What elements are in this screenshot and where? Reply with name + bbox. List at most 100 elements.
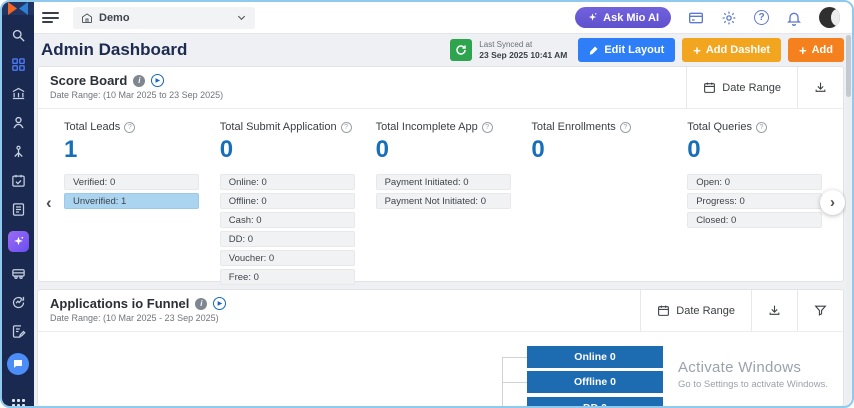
metric-value: 0 [220,136,376,164]
sidebar [2,2,34,406]
metric-total-incomplete-app: Total Incomplete App? 0 Payment Initiate… [376,121,532,288]
funnel-header: Applications io Funnel i ▶ Date Range: (… [38,290,843,332]
date-range-label: Date Range [676,305,735,317]
metric-label: Total Submit Application [220,121,337,133]
filter-button[interactable] [797,290,843,331]
metric-row[interactable]: Unverified: 1 [64,193,199,209]
ask-mio-ai-label: Ask Mio AI [603,12,659,24]
workspace-label: Demo [99,12,130,24]
metric-row[interactable]: Verified: 0 [64,174,199,190]
header-actions: Last Synced at 23 Sep 2025 10:41 AM Edit… [450,38,844,62]
download-button[interactable] [751,290,797,331]
metric-row[interactable]: Free: 0 [220,269,355,285]
refresh-button[interactable] [450,39,472,61]
funnel-bar-dd[interactable]: DD 0 [527,397,663,406]
mio-ai-icon[interactable] [8,231,29,252]
last-synced: Last Synced at 23 Sep 2025 10:41 AM [479,40,567,61]
funnel-bar-offline[interactable]: Offline 0 [527,371,663,393]
metric-row[interactable]: DD: 0 [220,231,355,247]
play-tutorial-icon[interactable]: ▶ [213,297,226,310]
help-icon[interactable]: ? [754,10,769,25]
documents-icon[interactable] [11,202,26,217]
add-button[interactable]: + Add [788,38,844,62]
question-icon[interactable]: ? [482,122,493,133]
metric-label: Total Leads [64,121,120,133]
funnel-bar-online[interactable]: Online 0 [527,346,663,368]
question-icon[interactable]: ? [341,122,352,133]
institute-icon[interactable] [11,86,26,101]
metric-value: 0 [531,136,687,164]
calendar-tasks-icon[interactable] [11,173,26,188]
funnel-card: Applications io Funnel i ▶ Date Range: (… [37,289,844,406]
metric-value: 0 [376,136,532,164]
metric-row[interactable]: Voucher: 0 [220,250,355,266]
metric-row[interactable]: Payment Initiated: 0 [376,174,511,190]
metric-row[interactable]: Payment Not Initiated: 0 [376,193,511,209]
dashboard-icon[interactable] [11,57,26,72]
network-icon[interactable] [11,144,26,159]
question-icon[interactable]: ? [124,122,135,133]
refresh-icon [455,44,467,56]
info-icon[interactable]: i [195,298,207,310]
search-icon[interactable] [11,28,26,43]
ask-mio-ai-button[interactable]: Ask Mio AI [575,7,671,28]
scoreboard-card: Score Board i ▶ Date Range: (10 Mar 2025… [37,66,844,282]
form-edit-icon[interactable] [11,324,26,339]
date-range-button[interactable]: Date Range [640,290,751,331]
building-icon [81,12,93,24]
scrollbar[interactable] [846,35,851,405]
carousel-left-icon[interactable]: ‹ [46,194,52,211]
funnel-title: Applications io Funnel [50,296,189,311]
metric-total-leads: Total Leads? 1 Verified: 0 Unverified: 1 [64,121,220,288]
sync-report-icon[interactable] [11,295,26,310]
last-synced-value: 23 Sep 2025 10:41 AM [479,50,567,61]
metric-row[interactable]: Online: 0 [220,174,355,190]
metric-label: Total Incomplete App [376,121,478,133]
metric-row[interactable]: Closed: 0 [687,212,822,228]
metric-row[interactable]: Offline: 0 [220,193,355,209]
user-avatar[interactable] [819,7,840,28]
edit-layout-button[interactable]: Edit Layout [578,38,675,62]
date-range-button[interactable]: Date Range [686,67,797,108]
carousel-right-icon[interactable]: › [820,190,845,215]
add-dashlet-button[interactable]: + Add Dashlet [682,38,781,62]
date-range-label: Date Range [722,82,781,94]
calendar-icon [657,304,670,317]
download-button[interactable] [797,67,843,108]
chevron-down-icon [236,12,247,23]
download-icon [814,81,827,94]
app-window: Demo Ask Mio AI ? Admin Dashboard [0,0,854,408]
chat-icon[interactable] [7,353,29,375]
metric-row[interactable]: Open: 0 [687,174,822,190]
hamburger-menu-icon[interactable] [42,12,59,23]
metric-label: Total Queries [687,121,752,133]
metric-row[interactable]: Cash: 0 [220,212,355,228]
apps-menu-icon[interactable] [12,399,25,408]
scoreboard-metrics: Total Leads? 1 Verified: 0 Unverified: 1… [38,109,843,288]
question-icon[interactable]: ? [756,122,767,133]
contacts-icon[interactable] [11,115,26,130]
sparkle-icon [587,12,598,23]
calendar-icon [703,81,716,94]
billing-card-icon[interactable] [688,10,704,26]
metric-value: 0 [687,136,843,164]
edit-layout-label: Edit Layout [604,44,664,56]
plus-icon: + [693,44,701,57]
metric-row[interactable]: Progress: 0 [687,193,822,209]
metric-total-submit-application: Total Submit Application? 0 Online: 0 Of… [220,121,376,288]
transport-icon[interactable] [11,266,26,281]
page-header: Admin Dashboard Last Synced at 23 Sep 20… [37,34,844,66]
scoreboard-controls: Date Range [686,67,843,108]
last-synced-label: Last Synced at [479,40,567,50]
notifications-bell-icon[interactable] [786,10,802,26]
metric-total-enrollments: Total Enrollments? 0 [531,121,687,288]
question-icon[interactable]: ? [620,122,631,133]
add-dashlet-label: Add Dashlet [706,44,770,56]
workspace-selector[interactable]: Demo [73,7,255,29]
play-tutorial-icon[interactable]: ▶ [151,74,164,87]
plus-icon: + [799,44,807,57]
brand-logo[interactable] [2,2,34,15]
scrollbar-thumb[interactable] [846,35,851,97]
settings-gear-icon[interactable] [721,10,737,26]
info-icon[interactable]: i [133,75,145,87]
